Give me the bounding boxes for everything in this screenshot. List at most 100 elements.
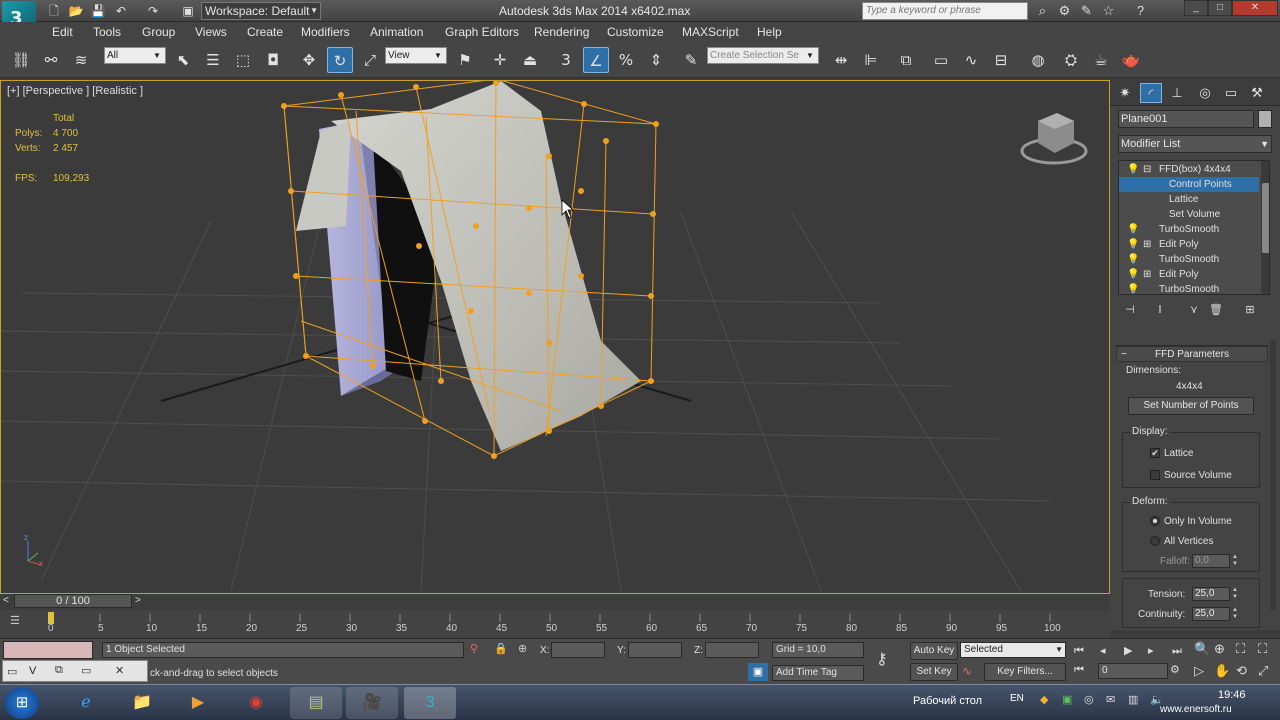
project-folder-icon[interactable]: ▣ [180,3,196,19]
expand-icon[interactable]: ⊞ [1143,267,1151,282]
zoom-all-icon[interactable]: ⊕ [1214,641,1225,657]
default-in-out-tangent-icon[interactable]: ∿ [962,664,972,678]
maximize-button[interactable]: □ [1208,0,1232,16]
prev-frame-icon[interactable]: < [3,595,9,606]
manipulate-icon[interactable]: ✛ [487,47,513,73]
modify-tab-icon[interactable]: ◜ [1140,83,1162,103]
minimized-window[interactable]: ▭ V ⧉ ▭ ✕ [2,660,148,682]
menu-group[interactable]: Group [142,25,175,39]
current-frame-field[interactable]: 0 [1098,663,1168,679]
menu-edit[interactable]: Edit [52,25,73,39]
maximize-icon[interactable]: ▭ [81,664,91,677]
snap-toggle-icon[interactable]: 3 [553,47,579,73]
tray-app-icon[interactable]: ▣ [1062,693,1072,706]
lightbulb-icon[interactable]: 💡 [1127,222,1139,237]
tension-spinner[interactable]: 25,0 [1192,587,1230,601]
show-end-result-icon[interactable]: Ⅰ [1152,302,1168,318]
zoom-extents-icon[interactable]: ⛶ [1236,641,1245,657]
stack-item-edit-poly[interactable]: 💡 ⊞ Edit Poly [1119,237,1259,252]
rendered-frame-icon[interactable]: ☕ [1088,47,1114,73]
absolute-mode-icon[interactable]: ⊕ [518,642,527,655]
desktop-toolbar-label[interactable]: Рабочий стол [913,695,982,707]
collapse-icon[interactable]: ⊟ [1143,162,1151,177]
select-object-icon[interactable]: ⬉ [170,47,196,73]
rollout-header[interactable]: − FFD Parameters [1116,346,1268,362]
source-volume-checkbox[interactable] [1150,470,1160,480]
next-frame-icon[interactable]: > [135,595,141,606]
key-filters-button[interactable]: Key Filters... [984,663,1066,681]
edit-named-selection-icon[interactable]: ✎ [678,47,704,73]
stack-item-edit-poly[interactable]: 💡 ⊞ Edit Poly [1119,267,1259,282]
stack-item-turbosmooth[interactable]: 💡 TurboSmooth [1119,282,1259,294]
new-file-icon[interactable]: 🗋 [46,3,62,19]
make-unique-icon[interactable]: ⋎ [1186,302,1202,318]
utilities-tab-icon[interactable]: ⚒ [1246,83,1268,103]
camera-app-icon[interactable]: 🎥 [346,687,398,719]
minimize-button[interactable]: _ [1184,0,1208,16]
next-frame-icon[interactable]: ▸ [1148,642,1154,660]
z-coordinate-field[interactable] [705,642,759,658]
curve-editor-icon[interactable]: ∿ [958,47,984,73]
tray-app-icon[interactable]: ◆ [1040,693,1048,706]
rectangular-selection-icon[interactable]: ⬚ [230,47,256,73]
pin-stack-icon[interactable]: ⊣ [1122,302,1138,318]
file-explorer-icon[interactable]: 📁 [116,687,168,719]
pivot-center-icon[interactable]: ⚑ [452,47,478,73]
only-in-volume-radio[interactable] [1150,516,1160,526]
object-name-field[interactable]: Plane001 [1118,110,1254,128]
isolate-selection-icon[interactable]: ⚲ [470,642,478,655]
3ds-max-taskbar-icon[interactable]: 3 [404,687,456,719]
undo-icon[interactable]: ↶ [113,3,129,19]
stack-item-control-points[interactable]: Control Points [1119,177,1259,192]
material-editor-icon[interactable]: ◍ [1025,47,1051,73]
zoom-icon[interactable]: 🔍 [1194,641,1210,657]
notes-app-icon[interactable]: ▤ [290,687,342,719]
create-tab-icon[interactable]: ✷ [1114,83,1136,103]
lightbulb-icon[interactable]: 💡 [1127,267,1139,282]
graphite-ribbon-icon[interactable]: ▭ [928,47,954,73]
spinner-snap-icon[interactable]: ⇕ [643,47,669,73]
close-icon[interactable]: ✕ [115,664,124,677]
angle-snap-icon[interactable]: ∠ [583,47,609,73]
set-number-of-points-button[interactable]: Set Number of Points [1128,397,1254,415]
key-mode-dropdown[interactable]: Selected ▼ [960,642,1066,658]
media-player-icon[interactable]: ▶ [172,687,224,719]
stack-item-lattice[interactable]: Lattice [1119,192,1259,207]
render-setup-icon[interactable]: ⛭ [1058,47,1084,73]
menu-tools[interactable]: Tools [93,25,121,39]
stack-item-set-volume[interactable]: Set Volume [1119,207,1259,222]
previous-frame-icon[interactable]: ◂ [1100,642,1106,660]
menu-views[interactable]: Views [195,25,227,39]
keyboard-shortcut-icon[interactable]: ⏏ [517,47,543,73]
time-configuration-icon[interactable]: ⚙ [1170,663,1180,676]
go-to-start-icon[interactable]: ⏮ [1074,642,1084,660]
viewport-label[interactable]: [+] [Perspective ] [Realistic ] [7,85,143,97]
lightbulb-icon[interactable]: 💡 [1127,237,1139,252]
panel-scrollbar[interactable] [1270,340,1276,610]
render-production-icon[interactable]: 🫖 [1118,47,1144,73]
favorites-star-icon[interactable]: ☆ [1100,3,1117,19]
expand-icon[interactable]: ⊞ [1143,237,1151,252]
auto-key-button[interactable]: Auto Key [910,642,958,660]
unlink-icon[interactable]: ⚯ [38,47,64,73]
key-icon[interactable]: ⚷ [876,649,888,669]
bind-spacewarp-icon[interactable]: ≋ [68,47,94,73]
link-icon[interactable]: ⛓ [8,47,34,73]
modifier-list-dropdown[interactable]: Modifier List ▼ [1118,135,1272,153]
internet-explorer-icon[interactable]: ℯ [60,687,112,719]
network-icon[interactable]: ▥ [1128,693,1138,706]
continuity-spinner[interactable]: 25,0 [1192,607,1230,621]
open-file-icon[interactable]: 📂 [68,3,84,19]
lightbulb-icon[interactable]: 💡 [1127,162,1139,177]
zoom-extents-all-icon[interactable]: ⛶ [1258,641,1267,657]
redo-icon[interactable]: ↷ [145,3,161,19]
time-slider[interactable]: 0 / 100 [14,594,132,608]
maxscript-listener[interactable] [3,641,93,659]
scale-icon[interactable]: ⤢ [357,47,383,73]
set-key-button[interactable]: Set Key [910,663,958,681]
configure-modifier-sets-icon[interactable]: ⊞ [1242,302,1258,318]
close-button[interactable]: ✕ [1232,0,1278,16]
menu-customize[interactable]: Customize [607,25,664,39]
track-bar[interactable]: ☰ 0 5 10 15 20 25 30 35 40 45 50 55 60 6… [0,610,1110,638]
field-of-view-icon[interactable]: ▷ [1194,663,1204,679]
